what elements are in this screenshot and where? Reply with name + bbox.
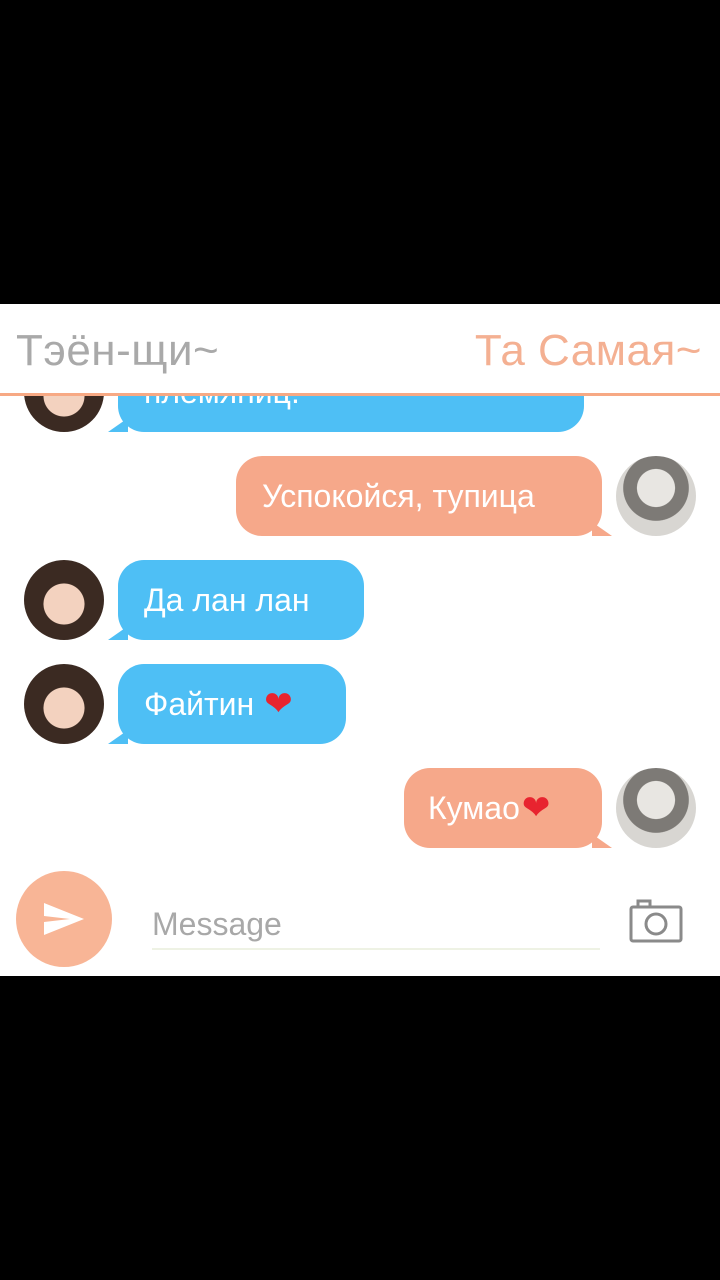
message-input[interactable] xyxy=(152,900,600,950)
message-text: Да лан лан xyxy=(144,581,310,618)
message-bubble-friend[interactable]: Файтин ❤ xyxy=(108,664,346,744)
letterbox-bottom xyxy=(0,976,720,1280)
header-divider xyxy=(0,393,720,396)
send-button[interactable] xyxy=(16,871,112,967)
message-bubble-me[interactable]: Успокойся, тупица xyxy=(236,456,612,536)
message-text: Успокойся, тупица xyxy=(262,477,535,514)
send-icon xyxy=(44,903,84,935)
message-text: Кумао xyxy=(428,789,520,826)
my-name[interactable]: Та Самая~ xyxy=(475,326,702,376)
message-text: Файтин xyxy=(144,685,255,722)
chat-header: Тэён-щи~ Та Самая~ xyxy=(0,304,720,396)
bubble-tail xyxy=(108,626,128,640)
friend-avatar[interactable] xyxy=(24,560,104,640)
camera-icon xyxy=(629,899,683,943)
contact-name[interactable]: Тэён-щи~ xyxy=(16,326,219,376)
my-avatar[interactable] xyxy=(616,768,696,848)
camera-button[interactable] xyxy=(628,898,684,944)
heart-emoji-icon: ❤ xyxy=(521,789,551,827)
bubble-tail xyxy=(108,730,128,744)
bubble-tail xyxy=(592,834,612,848)
message-bubble-me[interactable]: Кумао ❤ xyxy=(404,768,612,848)
message-bubble-friend[interactable]: Да лан лан xyxy=(108,560,364,640)
letterbox-top xyxy=(0,0,720,304)
friend-avatar[interactable] xyxy=(24,664,104,744)
my-avatar[interactable] xyxy=(616,456,696,536)
bubble-tail xyxy=(108,418,128,432)
heart-emoji-icon: ❤ xyxy=(264,685,293,723)
chat-screen: племяниц. Успокойся, тупица Да лан лан Ф… xyxy=(0,304,720,976)
bubble-tail xyxy=(592,522,612,536)
